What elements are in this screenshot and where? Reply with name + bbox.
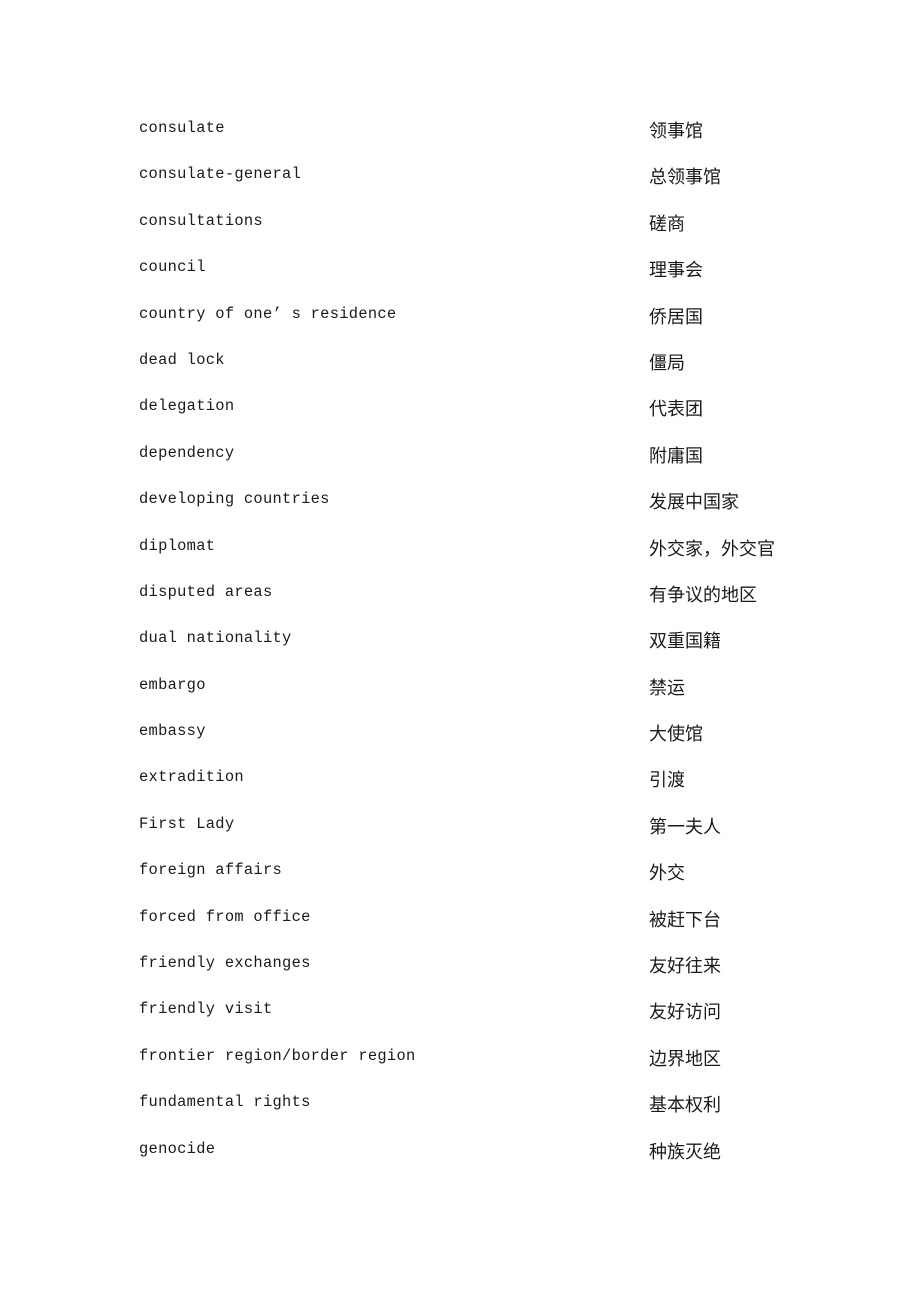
chinese-term: 发展中国家	[649, 492, 739, 514]
chinese-term: 边界地区	[649, 1048, 721, 1070]
glossary-entry: country of one’ s residence 侨居国	[139, 299, 839, 345]
english-term: consulate	[139, 119, 225, 137]
chinese-term: 侨居国	[649, 306, 703, 328]
glossary-entry: delegation 代表团	[139, 391, 839, 437]
english-term: frontier region/border region	[139, 1046, 416, 1065]
chinese-term: 外交	[649, 863, 685, 885]
glossary-entry: embargo 禁运	[139, 670, 839, 716]
english-term: developing countries	[139, 490, 330, 509]
glossary-entry: frontier region/border region 边界地区	[139, 1041, 839, 1087]
english-term: genocide	[139, 1139, 216, 1158]
chinese-term: 友好往来	[649, 956, 721, 978]
glossary-entry: dead lock 僵局	[139, 345, 839, 391]
english-term: forced from office	[139, 907, 311, 926]
english-term: consulate-general	[139, 165, 302, 184]
chinese-term: 有争议的地区	[649, 584, 757, 606]
glossary-entry: dependency 附庸国	[139, 438, 839, 484]
chinese-term: 附庸国	[649, 445, 703, 467]
glossary-entry: diplomat 外交家，外交官	[139, 531, 839, 577]
glossary-entry: friendly visit 友好访问	[139, 994, 839, 1040]
glossary-entry: consultations 磋商	[139, 206, 839, 252]
english-term: diplomat	[139, 536, 216, 555]
chinese-term: 种族灭绝	[649, 1141, 721, 1163]
document-page: consulate 领事馆 consulate-general 总领事馆 consu…	[0, 0, 920, 1302]
english-term: consultations	[139, 211, 263, 230]
english-term: First Lady	[139, 814, 235, 833]
english-term: friendly exchanges	[139, 954, 311, 973]
glossary-entry: First Lady 第一夫人	[139, 809, 839, 855]
english-term: fundamental rights	[139, 1093, 311, 1112]
glossary-entry: genocide 种族灭绝	[139, 1134, 839, 1180]
chinese-term: 基本权利	[649, 1095, 721, 1117]
glossary-entry: extradition 引渡	[139, 762, 839, 808]
chinese-term: 被赶下台	[649, 909, 721, 931]
english-term: dependency	[139, 443, 235, 462]
glossary-list: consulate 领事馆 consulate-general 总领事馆 consu…	[139, 113, 839, 1180]
chinese-term: 磋商	[649, 213, 685, 235]
chinese-term: 大使馆	[649, 724, 703, 746]
english-term: extradition	[139, 768, 244, 787]
english-term: dead lock	[139, 350, 225, 369]
chinese-term: 代表团	[649, 399, 703, 421]
english-term: foreign affairs	[139, 861, 283, 880]
glossary-entry: dual nationality 双重国籍	[139, 623, 839, 669]
english-term: country of one’ s residence	[139, 304, 397, 323]
glossary-entry: friendly exchanges 友好往来	[139, 948, 839, 994]
chinese-term: 领事馆	[649, 121, 703, 142]
glossary-entry: fundamental rights 基本权利	[139, 1087, 839, 1133]
chinese-term: 总领事馆	[649, 167, 721, 189]
chinese-term: 理事会	[649, 260, 703, 282]
english-term: council	[139, 258, 206, 277]
glossary-entry: foreign affairs 外交	[139, 855, 839, 901]
english-term: delegation	[139, 397, 235, 416]
english-term: friendly visit	[139, 1000, 273, 1019]
glossary-entry: embassy 大使馆	[139, 716, 839, 762]
glossary-entry: consulate-general 总领事馆	[139, 159, 839, 205]
glossary-entry: developing countries 发展中国家	[139, 484, 839, 530]
glossary-entry: disputed areas 有争议的地区	[139, 577, 839, 623]
chinese-term: 引渡	[649, 770, 685, 792]
english-term: embassy	[139, 722, 206, 741]
chinese-term: 禁运	[649, 677, 685, 699]
chinese-term: 双重国籍	[649, 631, 721, 653]
english-term: dual nationality	[139, 629, 292, 648]
glossary-entry: consulate 领事馆	[139, 113, 839, 159]
glossary-entry: forced from office 被赶下台	[139, 902, 839, 948]
chinese-term: 外交家，外交官	[649, 538, 775, 560]
english-term: embargo	[139, 675, 206, 694]
chinese-term: 僵局	[649, 352, 685, 374]
english-term: disputed areas	[139, 582, 273, 601]
chinese-term: 第一夫人	[649, 816, 721, 838]
chinese-term: 友好访问	[649, 1002, 721, 1024]
glossary-entry: council 理事会	[139, 252, 839, 298]
